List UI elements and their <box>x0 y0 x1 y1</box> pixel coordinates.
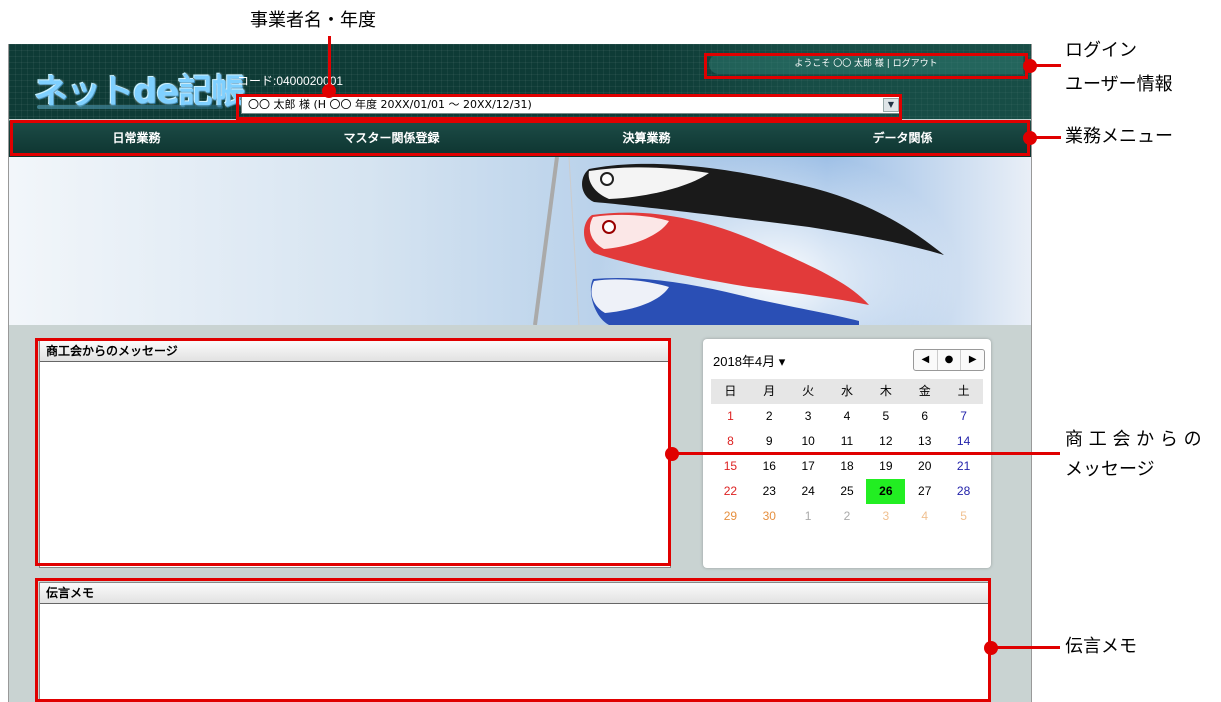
calendar-day[interactable]: 30 <box>750 504 789 529</box>
annotation-label-business-menu: 業務メニュー <box>1065 126 1173 147</box>
calendar-nav: ◀ ● ▶ <box>913 349 985 371</box>
calendar-day[interactable]: 9 <box>750 429 789 454</box>
calendar-day[interactable]: 6 <box>905 404 944 429</box>
calendar-day[interactable]: 17 <box>789 454 828 479</box>
calendar-day[interactable]: 1 <box>789 504 828 529</box>
calendar-day[interactable]: 21 <box>944 454 983 479</box>
koinobori-illustration <box>533 156 944 326</box>
calendar-weekday-header: 火 <box>788 379 828 404</box>
calendar-weekday-header: 木 <box>866 379 906 404</box>
banner-image <box>9 156 1031 326</box>
annotation-box-business-year <box>236 94 902 120</box>
calendar-month-select[interactable]: 2018年4月 ▾ <box>713 351 785 370</box>
annotation-box-login-info <box>704 53 1028 79</box>
calendar-day[interactable]: 12 <box>866 429 905 454</box>
annotation-line <box>677 452 1060 455</box>
calendar-weekday-header: 水 <box>827 379 867 404</box>
calendar-weekday-header: 金 <box>905 379 945 404</box>
calendar-day[interactable]: 24 <box>789 479 828 504</box>
calendar-day[interactable]: 11 <box>828 429 867 454</box>
calendar-day[interactable]: 23 <box>750 479 789 504</box>
calendar-day[interactable]: 19 <box>866 454 905 479</box>
calendar-day[interactable]: 8 <box>711 429 750 454</box>
calendar-weekday-header: 日 <box>711 379 750 404</box>
annotation-line <box>328 36 331 88</box>
annotation-line <box>1035 64 1061 67</box>
logo-underline <box>37 105 223 109</box>
calendar-day[interactable]: 7 <box>944 404 983 429</box>
today-dot-icon[interactable]: ● <box>938 350 962 370</box>
calendar-day[interactable]: 15 <box>711 454 750 479</box>
calendar-day[interactable]: 4 <box>828 404 867 429</box>
calendar-day[interactable]: 10 <box>789 429 828 454</box>
calendar-weekday-header: 月 <box>749 379 789 404</box>
calendar-weekday-header: 土 <box>944 379 983 404</box>
calendar-day[interactable]: 2 <box>750 404 789 429</box>
calendar-day[interactable]: 3 <box>789 404 828 429</box>
calendar-day[interactable]: 13 <box>905 429 944 454</box>
annotation-label-login-line2: ユーザー情報 <box>1065 74 1173 95</box>
calendar-day[interactable]: 3 <box>866 504 905 529</box>
prev-month-icon[interactable]: ◀ <box>914 350 938 370</box>
calendar-day[interactable]: 18 <box>828 454 867 479</box>
calendar-day[interactable]: 5 <box>866 404 905 429</box>
calendar-day[interactable]: 29 <box>711 504 750 529</box>
calendar-day[interactable]: 4 <box>905 504 944 529</box>
annotation-box-memo <box>35 578 991 702</box>
annotation-label-message-line2: メッセージ <box>1065 459 1155 480</box>
annotation-box-message <box>35 338 671 566</box>
annotation-line <box>996 646 1060 649</box>
annotation-label-message-line1: 商 工 会 か ら の <box>1065 429 1202 450</box>
calendar-day[interactable]: 16 <box>750 454 789 479</box>
calendar-day[interactable]: 28 <box>944 479 983 504</box>
annotation-label-login-line1: ログイン <box>1065 40 1137 61</box>
calendar-day[interactable]: 2 <box>828 504 867 529</box>
next-month-icon[interactable]: ▶ <box>961 350 984 370</box>
annotation-label-business-year: 事業者名・年度 <box>250 10 376 31</box>
annotation-box-business-menu <box>10 120 1030 156</box>
calendar-day[interactable]: 26 <box>866 479 906 504</box>
calendar-day[interactable]: 14 <box>944 429 983 454</box>
calendar-day[interactable]: 22 <box>711 479 750 504</box>
annotation-line <box>1035 136 1061 139</box>
calendar-day[interactable]: 25 <box>828 479 867 504</box>
calendar-day[interactable]: 5 <box>944 504 983 529</box>
annotation-dot <box>322 84 336 98</box>
calendar-day[interactable]: 20 <box>905 454 944 479</box>
calendar-day[interactable]: 1 <box>711 404 750 429</box>
annotation-label-memo: 伝言メモ <box>1065 636 1137 657</box>
calendar-day[interactable]: 27 <box>905 479 944 504</box>
